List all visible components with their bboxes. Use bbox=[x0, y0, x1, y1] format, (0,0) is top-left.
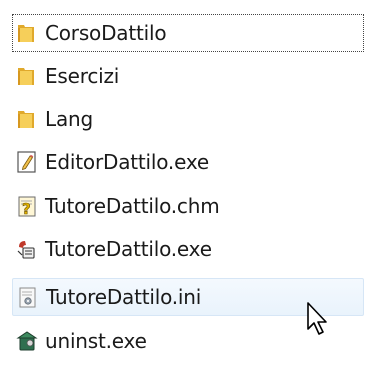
svg-text:?: ? bbox=[22, 200, 31, 218]
file-item-esercizi[interactable]: Esercizi bbox=[12, 57, 364, 95]
file-name: TutoreDattilo.exe bbox=[45, 237, 212, 261]
file-name: Esercizi bbox=[45, 64, 120, 88]
folder-icon bbox=[15, 21, 39, 45]
uninstaller-icon bbox=[15, 329, 39, 353]
mouse-pointer-icon bbox=[306, 301, 332, 339]
file-name: TutoreDattilo.chm bbox=[45, 194, 220, 218]
file-item-corsodattilo[interactable]: CorsoDattilo bbox=[12, 14, 364, 52]
help-file-icon: ? bbox=[15, 194, 39, 218]
file-item-tutoredattilo-exe[interactable]: TutoreDattilo.exe bbox=[12, 230, 364, 268]
settings-file-icon bbox=[16, 285, 40, 309]
editor-exe-icon bbox=[15, 150, 39, 174]
file-name: CorsoDattilo bbox=[45, 21, 167, 45]
app-exe-icon bbox=[15, 237, 39, 261]
folder-icon bbox=[15, 64, 39, 88]
file-name: TutoreDattilo.ini bbox=[46, 285, 202, 309]
file-item-tutoredattilo-chm[interactable]: ? TutoreDattilo.chm bbox=[12, 187, 364, 225]
file-name: EditorDattilo.exe bbox=[45, 150, 209, 174]
file-name: uninst.exe bbox=[45, 329, 147, 353]
file-name: Lang bbox=[45, 107, 93, 131]
folder-icon bbox=[15, 107, 39, 131]
file-item-editordattilo-exe[interactable]: EditorDattilo.exe bbox=[12, 143, 364, 181]
file-item-lang[interactable]: Lang bbox=[12, 100, 364, 138]
